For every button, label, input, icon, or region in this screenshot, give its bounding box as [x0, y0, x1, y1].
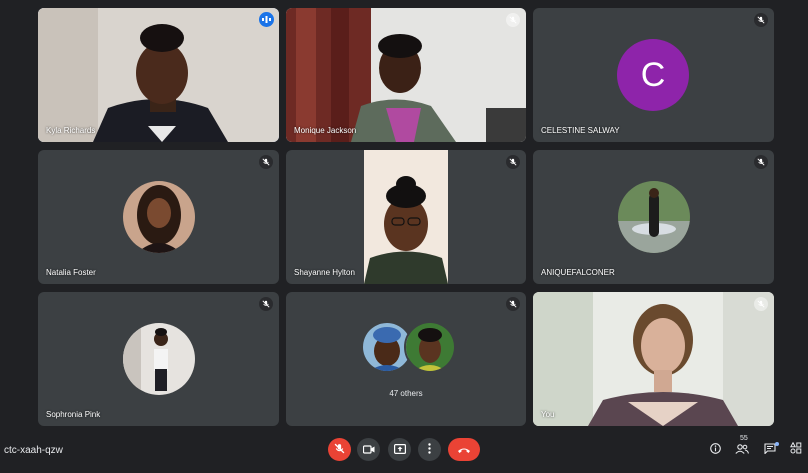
mic-muted-icon: [506, 13, 520, 27]
participant-tile-kyla-richards[interactable]: Kyla Richards: [38, 8, 279, 142]
participant-name: Sophronia Pink: [46, 410, 101, 419]
mic-toggle-button[interactable]: [328, 438, 351, 461]
mic-muted-icon: [259, 155, 273, 169]
activities-icon: [789, 441, 802, 459]
end-call-icon: [457, 441, 471, 459]
mic-muted-icon: [754, 297, 768, 311]
activities-button[interactable]: [786, 440, 806, 460]
mic-muted-icon: [754, 13, 768, 27]
self-video: [533, 292, 774, 426]
more-options-button[interactable]: [418, 438, 441, 461]
meeting-details-button[interactable]: [705, 440, 725, 460]
speaking-indicator-icon: [259, 12, 274, 27]
participant-name: Monique Jackson: [294, 126, 357, 135]
participant-video: [38, 8, 279, 142]
participant-tile-you[interactable]: You: [533, 292, 774, 426]
camera-icon: [362, 441, 375, 459]
more-options-icon: [428, 441, 431, 459]
people-icon: [735, 441, 749, 459]
participant-avatar: [123, 323, 195, 395]
participant-tile-celestine-salway[interactable]: C CELESTINE SALWAY: [533, 8, 774, 142]
participant-count-badge: 55: [740, 435, 748, 442]
participant-name: Shayanne Hylton: [294, 268, 355, 277]
mic-muted-icon: [506, 297, 520, 311]
mic-muted-icon: [259, 297, 273, 311]
participant-tile-sophronia-pink[interactable]: Sophronia Pink: [38, 292, 279, 426]
participant-name: Kyla Richards: [46, 126, 96, 135]
participant-name: CELESTINE SALWAY: [541, 126, 620, 135]
others-count-label: 47 others: [389, 389, 423, 398]
participant-name: ANIQUEFALCONER: [541, 268, 615, 277]
chat-notification-dot: [775, 442, 779, 446]
present-screen-icon: [393, 441, 406, 459]
mic-muted-icon: [506, 155, 520, 169]
participant-name: Natalia Foster: [46, 268, 96, 277]
chat-button[interactable]: [760, 440, 780, 460]
mic-muted-icon: [754, 155, 768, 169]
bottom-toolbar: ctc-xaah-qzw 55: [0, 427, 808, 473]
participant-tile-shayanne-hylton[interactable]: Shayanne Hylton: [286, 150, 526, 284]
meeting-code: ctc-xaah-qzw: [4, 445, 63, 456]
end-call-button[interactable]: [448, 438, 480, 461]
participant-avatar: C: [617, 39, 689, 111]
participant-tile-others[interactable]: 47 others: [286, 292, 526, 426]
participant-avatar: [404, 321, 456, 373]
participant-video: [286, 8, 526, 142]
camera-toggle-button[interactable]: [357, 438, 380, 461]
participant-name: You: [541, 410, 555, 419]
participant-video: [364, 150, 448, 284]
mic-off-icon: [334, 441, 345, 459]
participant-tile-monique-jackson[interactable]: Monique Jackson: [286, 8, 526, 142]
present-screen-button[interactable]: [388, 438, 411, 461]
info-icon: [709, 441, 721, 459]
participant-avatar: [123, 181, 195, 253]
participant-avatar: [618, 181, 690, 253]
participant-tile-aniquefalconer[interactable]: ANIQUEFALCONER: [533, 150, 774, 284]
people-button[interactable]: 55: [732, 435, 752, 460]
participant-tile-natalia-foster[interactable]: Natalia Foster: [38, 150, 279, 284]
